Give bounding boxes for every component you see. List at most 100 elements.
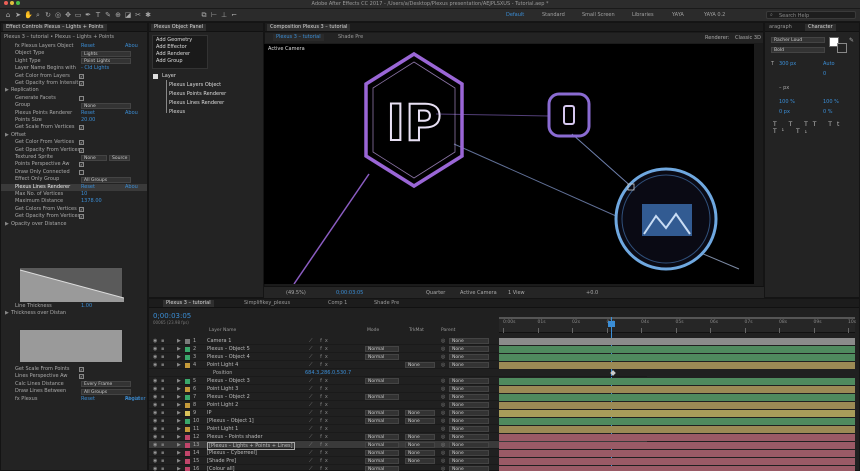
- col-trkmat[interactable]: TrkMat: [409, 328, 424, 333]
- roto-tool-icon[interactable]: ✂: [134, 11, 142, 19]
- layer-duration-bar[interactable]: [499, 449, 855, 457]
- switch-icons[interactable]: ⟋ fx: [309, 385, 331, 393]
- switch-icons[interactable]: ⟋ fx: [309, 337, 331, 345]
- audio-icon[interactable]: ▪: [161, 409, 164, 417]
- expand-triangle-icon[interactable]: ▶: [177, 433, 181, 441]
- audio-icon[interactable]: ▪: [161, 425, 164, 433]
- effect-checkbox[interactable]: ✓: [79, 125, 84, 131]
- effect-checkbox[interactable]: ✓: [79, 81, 84, 86]
- parent-select[interactable]: None: [449, 402, 489, 408]
- layer-label-color[interactable]: [185, 434, 190, 440]
- view-axis-icon[interactable]: ⌐: [230, 11, 238, 19]
- playhead-handle[interactable]: [608, 321, 615, 327]
- layer-label-color[interactable]: [185, 458, 190, 464]
- visibility-eye-icon[interactable]: ◉: [153, 433, 157, 441]
- effect-checkbox[interactable]: ✓: [79, 162, 84, 168]
- layer-label-color[interactable]: [185, 442, 190, 448]
- tab-timeline-shade-pre[interactable]: Shade Pre: [371, 300, 402, 307]
- add-effector-item[interactable]: Add Effector: [156, 44, 187, 51]
- effect-param-value[interactable]: Point Lights: [81, 58, 131, 65]
- layer-name[interactable]: Plexus – Object 5: [207, 345, 250, 353]
- audio-icon[interactable]: ▪: [161, 457, 164, 465]
- switch-icons[interactable]: ⟋ fx: [309, 377, 331, 385]
- layer-label[interactable]: Layer: [162, 73, 176, 80]
- track-matte-select[interactable]: None: [405, 450, 435, 456]
- effect-param-value[interactable]: Reset: [81, 43, 95, 50]
- workspace-libraries[interactable]: Libraries: [632, 12, 654, 18]
- parent-select[interactable]: None: [449, 410, 489, 416]
- switch-icons[interactable]: ⟋ fx: [309, 449, 331, 457]
- col-mode[interactable]: Mode: [367, 328, 379, 333]
- pickwhip-icon[interactable]: ◎: [441, 409, 445, 417]
- pickwhip-icon[interactable]: ◎: [441, 377, 445, 385]
- visibility-eye-icon[interactable]: ◉: [153, 449, 157, 457]
- layer-name[interactable]: [Shade Pre]: [207, 457, 236, 465]
- layer-label-color[interactable]: [185, 362, 190, 368]
- effect-checkbox[interactable]: [79, 95, 84, 101]
- parent-select[interactable]: None: [449, 386, 489, 392]
- snap-icon[interactable]: ⧉: [200, 11, 208, 19]
- expand-triangle-icon[interactable]: ▶: [177, 449, 181, 457]
- expand-triangle-icon[interactable]: ▶: [177, 409, 181, 417]
- tracking-value[interactable]: 0: [823, 71, 826, 77]
- effect-checkbox[interactable]: ✓: [79, 206, 84, 212]
- layer-label-color[interactable]: [185, 450, 190, 456]
- layer-duration-bar[interactable]: [499, 393, 855, 401]
- layer-label-color[interactable]: [185, 394, 190, 400]
- expand-triangle-icon[interactable]: ▶: [177, 393, 181, 401]
- layer-name[interactable]: Point Light 3: [207, 385, 238, 393]
- tab-timeline-comp1[interactable]: Comp 1: [325, 300, 350, 307]
- parent-select[interactable]: None: [449, 418, 489, 424]
- visibility-eye-icon[interactable]: ◉: [153, 377, 157, 385]
- text-style-buttons[interactable]: T T TT Tt T¹ T₁: [773, 121, 859, 135]
- effect-param-value[interactable]: 10: [81, 191, 87, 198]
- font-family-select[interactable]: Racher Loud: [771, 37, 825, 43]
- layer-label-color[interactable]: [185, 378, 190, 384]
- zoom-tool-icon[interactable]: ⌕: [34, 11, 42, 19]
- layer-duration-bar[interactable]: [499, 433, 855, 441]
- font-style-select[interactable]: Bold: [771, 47, 825, 53]
- layer-label-color[interactable]: [185, 338, 190, 344]
- workspace-default[interactable]: Default: [506, 12, 524, 18]
- track-matte-select[interactable]: None: [405, 362, 435, 368]
- effect-param-value[interactable]: None: [81, 102, 131, 109]
- effect-param-value-2[interactable]: About: [125, 396, 140, 403]
- pickwhip-icon[interactable]: ◎: [441, 401, 445, 409]
- layer-duration-bar[interactable]: [499, 457, 855, 465]
- camera-tool-icon[interactable]: ◎: [54, 11, 62, 19]
- workspace-yaya-02[interactable]: YAYA 0.2: [704, 12, 725, 18]
- position-value[interactable]: 684.3,286.0,530.7: [305, 369, 351, 377]
- axis-icon[interactable]: ⊢: [210, 11, 218, 19]
- pickwhip-icon[interactable]: ◎: [441, 457, 445, 465]
- tree-item-layers-object[interactable]: Plexus Layers Object: [169, 82, 221, 89]
- track-matte-select[interactable]: None: [405, 418, 435, 424]
- opacity-graph[interactable]: [19, 267, 125, 302]
- stroke-color-swatch[interactable]: [837, 43, 847, 53]
- parent-select[interactable]: None: [449, 362, 489, 368]
- world-axis-icon[interactable]: ⊥: [220, 11, 228, 19]
- effect-param-value[interactable]: Reset: [81, 184, 95, 191]
- resolution-select[interactable]: Quarter: [426, 290, 445, 296]
- clone-tool-icon[interactable]: ⊕: [114, 11, 122, 19]
- track-matte-select[interactable]: None: [405, 434, 435, 440]
- layer-duration-bar[interactable]: [499, 353, 855, 361]
- subtab-plexus-3[interactable]: Plexus 3 – tutorial: [273, 34, 324, 41]
- work-area-bar[interactable]: [499, 317, 855, 319]
- blend-mode-select[interactable]: Normal: [365, 378, 399, 384]
- switch-icons[interactable]: ⟋ fx: [309, 417, 331, 425]
- pickwhip-icon[interactable]: ◎: [441, 337, 445, 345]
- tab-effect-controls[interactable]: Effect Controls Plexus – Lights + Points: [3, 24, 107, 31]
- exposure-value[interactable]: +0.0: [586, 290, 598, 296]
- audio-icon[interactable]: ▪: [161, 377, 164, 385]
- visibility-eye-icon[interactable]: ◉: [153, 345, 157, 353]
- pen-tool-icon[interactable]: ✒: [84, 11, 92, 19]
- expand-triangle-icon[interactable]: ▶: [5, 87, 9, 94]
- effect-param-value[interactable]: All Groups: [81, 176, 131, 183]
- blend-mode-select[interactable]: Normal: [365, 458, 399, 464]
- track-matte-select[interactable]: None: [405, 442, 435, 448]
- pickwhip-icon[interactable]: ◎: [441, 465, 445, 471]
- pickwhip-icon[interactable]: ◎: [441, 441, 445, 449]
- visibility-eye-icon[interactable]: ◉: [153, 457, 157, 465]
- leading-value[interactable]: Auto: [823, 61, 835, 67]
- layer-label-color[interactable]: [185, 410, 190, 416]
